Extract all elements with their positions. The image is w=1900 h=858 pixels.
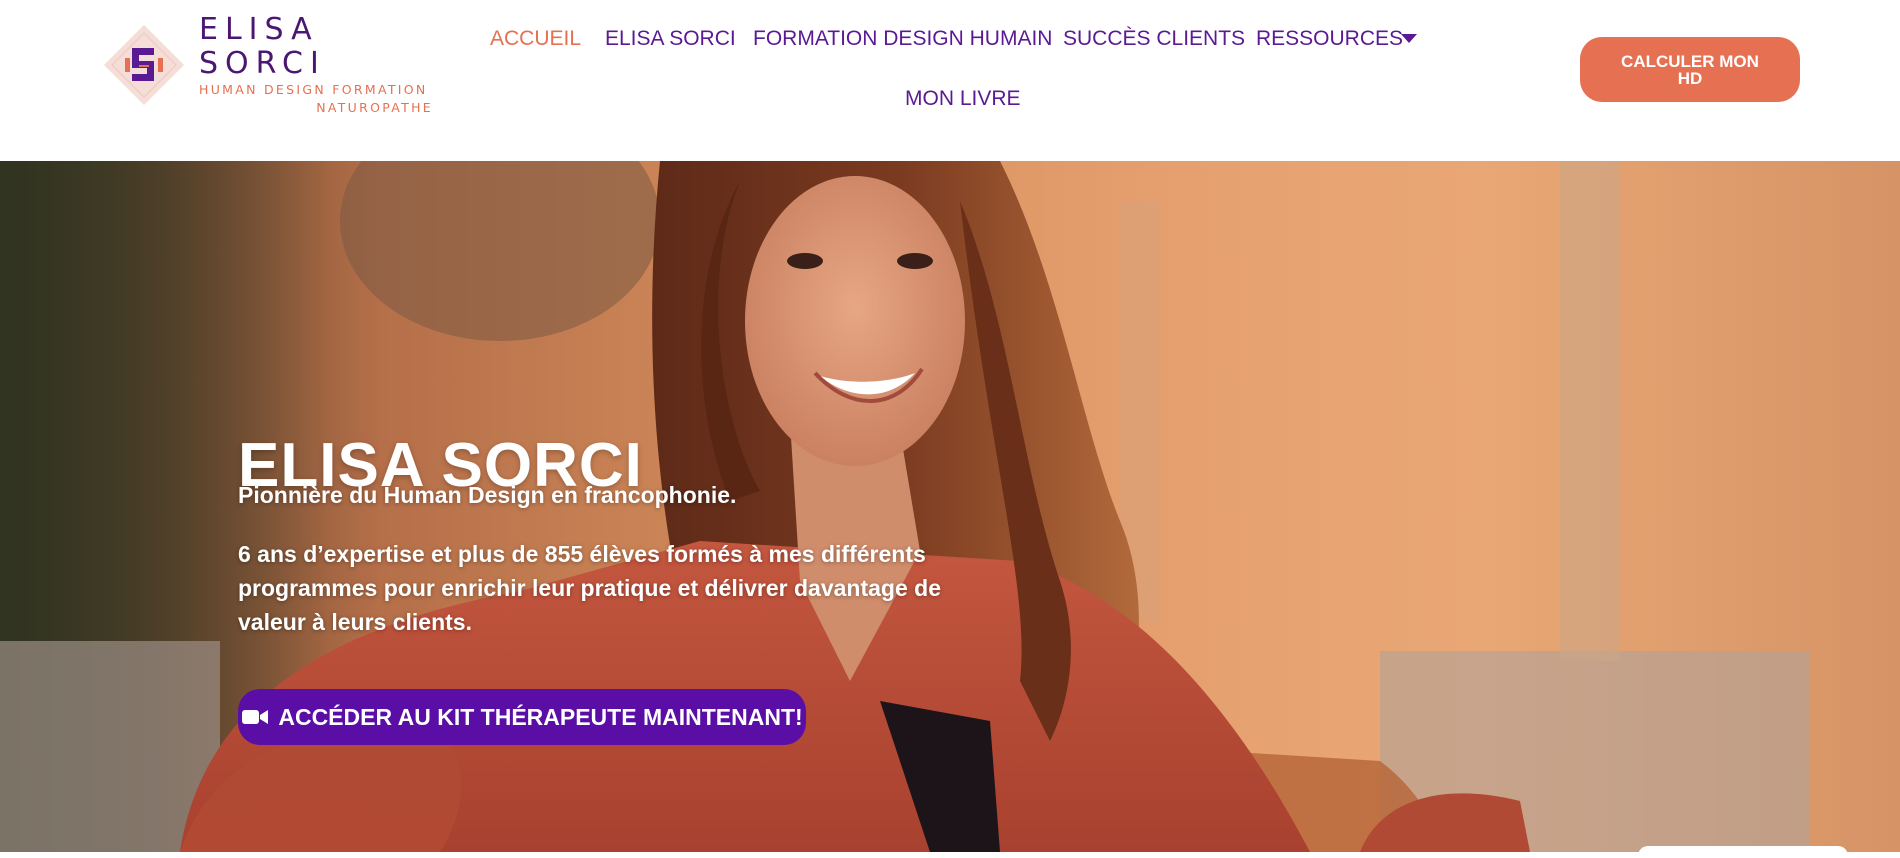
logo-subtitle-naturopathe: NATUROPATHE <box>316 100 433 115</box>
chat-widget-tab[interactable] <box>1638 846 1848 858</box>
logo[interactable]: ELISA SORCI HUMAN DESIGN FORMATION NATUR… <box>103 13 433 115</box>
site-header: ELISA SORCI HUMAN DESIGN FORMATION NATUR… <box>0 0 1900 161</box>
video-camera-icon <box>242 710 269 724</box>
logo-subtitle: HUMAN DESIGN FORMATION <box>199 82 428 97</box>
nav-item-succes-clients[interactable]: SUCCÈS CLIENTS <box>1063 26 1245 52</box>
nav-item-accueil[interactable]: ACCUEIL <box>490 26 581 52</box>
nav-item-ressources[interactable]: RESSOURCES <box>1256 26 1403 52</box>
access-therapist-kit-button[interactable]: ACCÉDER AU KIT THÉRAPEUTE MAINTENANT! <box>238 689 806 745</box>
hero-description: 6 ans d’expertise et plus de 855 élèves … <box>238 541 941 635</box>
nav-item-formation-design-humain[interactable]: FORMATION DESIGN HUMAIN <box>753 26 1052 52</box>
logo-name: ELISA SORCI <box>199 12 326 81</box>
logo-text: ELISA SORCI HUMAN DESIGN FORMATION NATUR… <box>199 13 433 117</box>
caret-down-icon[interactable] <box>1401 34 1417 43</box>
calculate-hd-button[interactable]: CALCULER MON HD <box>1580 37 1800 102</box>
logo-mark-icon <box>104 25 184 105</box>
hero-section: ELISA SORCI Pionnière du Human Design en… <box>0 161 1900 852</box>
nav-item-elisa-sorci[interactable]: ELISA SORCI <box>605 26 736 52</box>
nav-item-mon-livre[interactable]: MON LIVRE <box>905 86 1021 112</box>
access-therapist-kit-label: ACCÉDER AU KIT THÉRAPEUTE MAINTENANT! <box>278 703 803 730</box>
hero-tagline: Pionnière du Human Design en francophoni… <box>238 482 737 508</box>
